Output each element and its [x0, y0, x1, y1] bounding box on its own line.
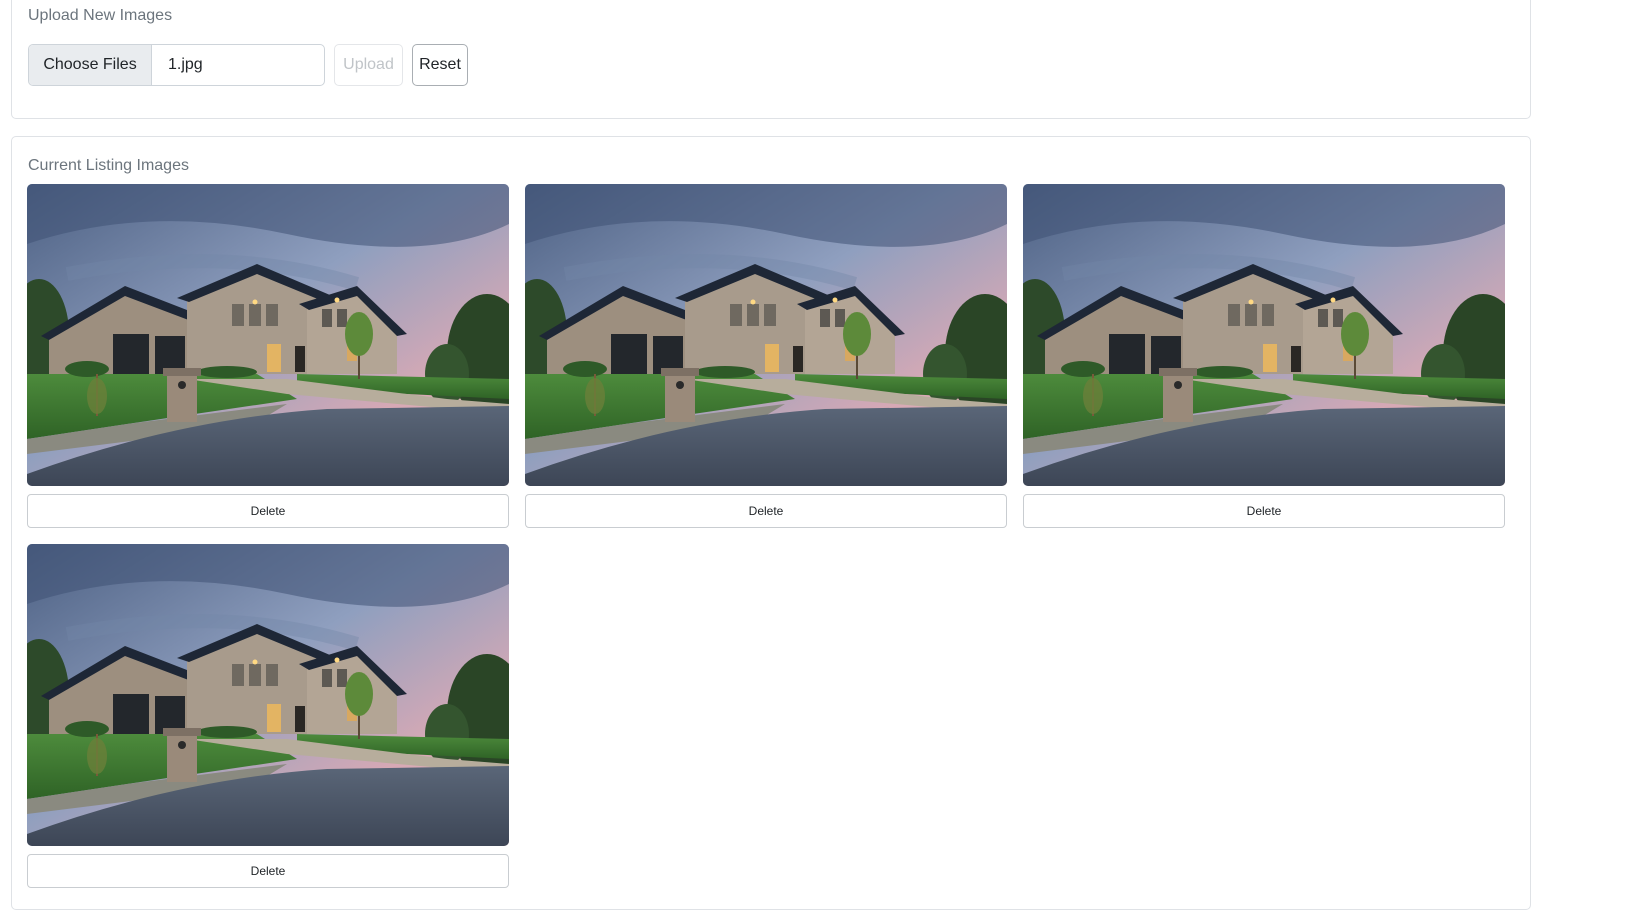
upload-section-title: Upload New Images — [28, 7, 173, 24]
listing-photo — [27, 544, 509, 846]
image-tile: Delete — [27, 184, 509, 528]
delete-image-button[interactable]: Delete — [1023, 494, 1505, 528]
delete-image-button[interactable]: Delete — [27, 494, 509, 528]
choose-files-button[interactable]: Choose Files — [29, 45, 152, 85]
listing-photo — [27, 184, 509, 486]
image-tile: Delete — [1023, 184, 1505, 528]
image-tile: Delete — [27, 544, 509, 888]
listing-photo — [1023, 184, 1505, 486]
delete-image-button[interactable]: Delete — [525, 494, 1007, 528]
image-tile: Delete — [525, 184, 1007, 528]
selected-file-name: 1.jpg — [168, 56, 203, 73]
upload-card: Upload New Images Choose Files 1.jpg Upl… — [11, 0, 1531, 119]
reset-button[interactable]: Reset — [412, 44, 468, 86]
upload-button[interactable]: Upload — [334, 44, 403, 86]
images-section-title: Current Listing Images — [28, 157, 189, 174]
listing-images-card: Current Listing Images Delete Delete Del… — [11, 136, 1531, 910]
listing-photo — [525, 184, 1007, 486]
delete-image-button[interactable]: Delete — [27, 854, 509, 888]
file-input[interactable]: Choose Files 1.jpg — [28, 44, 325, 86]
